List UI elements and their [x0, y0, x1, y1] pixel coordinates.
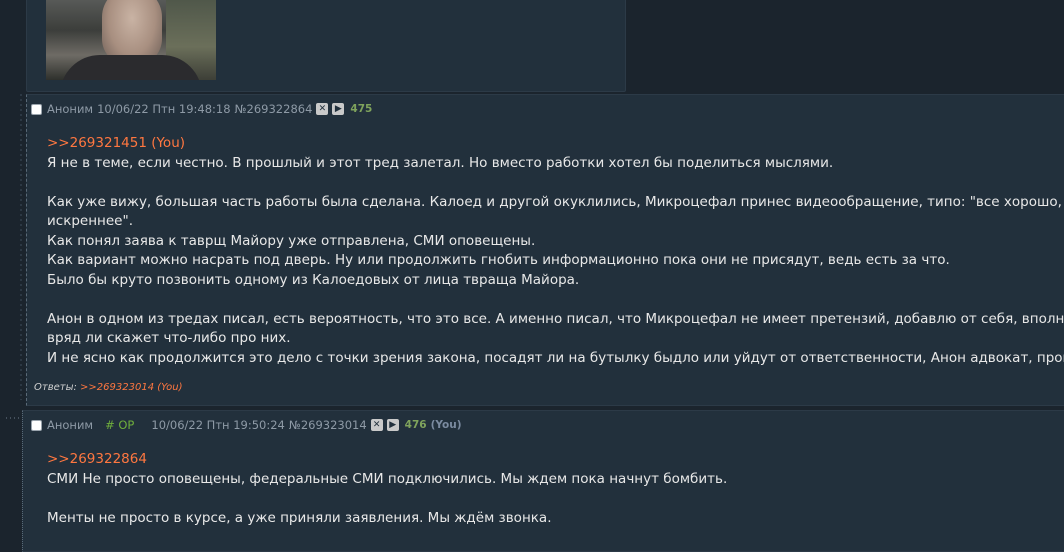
post-number[interactable]: №269323014 [289, 418, 367, 432]
play-icon[interactable]: ▶ [332, 103, 345, 115]
message-line: И не ясно как продолжится это дело с точ… [47, 349, 1064, 366]
quote-link[interactable]: >>269322864 [47, 451, 147, 467]
message-line: Как понял заява к таврщ Майору уже отпра… [47, 232, 536, 249]
message-line: СМИ Не просто оповещены, федеральные СМИ… [47, 470, 728, 487]
message-line: вряд ли скажет что-либо про них. [47, 330, 291, 346]
message-line [47, 489, 727, 509]
post-ordinal: 475 [350, 103, 373, 115]
post-author: Аноним [47, 102, 94, 116]
post-select-checkbox[interactable] [31, 419, 42, 431]
post-header: Аноним # OP 10/06/22 Птн 19:50:24 №26932… [31, 417, 462, 433]
you-marker: (You) [430, 419, 462, 431]
message-line [47, 290, 1064, 310]
message-line: Как вариант можно насрать под дверь. Ну … [47, 252, 950, 268]
post-header: Аноним 10/06/22 Птн 19:48:18 №269322864 … [31, 101, 372, 117]
post-replies: Ответы: >>269323014 (You) [34, 382, 183, 393]
quote-link[interactable]: >>269321451 (You) [47, 135, 185, 151]
post-message: >>269321451 (You) Я не в теме, если чест… [47, 134, 1064, 368]
close-icon[interactable]: ✕ [370, 419, 383, 431]
post-message: >>269322864 СМИ Не просто оповещены, фед… [47, 450, 727, 528]
play-icon[interactable]: ▶ [386, 419, 399, 431]
thread-tree-dots [6, 94, 22, 419]
post-269322864: Аноним 10/06/22 Птн 19:48:18 №269322864 … [26, 94, 1064, 406]
post-image-thumbnail[interactable] [46, 0, 216, 80]
post-select-checkbox[interactable] [31, 103, 42, 115]
message-line: Анон в одном из тредах писал, есть вероя… [47, 310, 1064, 327]
previous-post [26, 0, 626, 92]
close-icon[interactable]: ✕ [316, 103, 329, 115]
message-line [47, 173, 1064, 193]
message-line: Было бы круто позвонить одному из Калоед… [47, 271, 580, 288]
post-date: 10/06/22 Птн 19:48:18 [97, 102, 231, 116]
post-author: Аноним [47, 418, 94, 432]
post-269323014: Аноним # OP 10/06/22 Птн 19:50:24 №26932… [22, 410, 1064, 552]
message-line: Как уже вижу, большая часть работы была … [47, 193, 1064, 210]
message-line: Я не в теме, если честно. В прошлый и эт… [47, 154, 834, 171]
message-line: искреннее". [47, 213, 133, 229]
replies-label: Ответы: [34, 382, 77, 393]
reply-link[interactable]: >>269323014 (You) [80, 382, 182, 393]
post-number[interactable]: №269322864 [235, 102, 313, 116]
post-date: 10/06/22 Птн 19:50:24 [151, 418, 285, 432]
post-ordinal: 476 [404, 419, 427, 431]
op-badge: # OP [105, 418, 135, 432]
message-line: Менты не просто в курсе, а уже приняли з… [47, 509, 552, 526]
